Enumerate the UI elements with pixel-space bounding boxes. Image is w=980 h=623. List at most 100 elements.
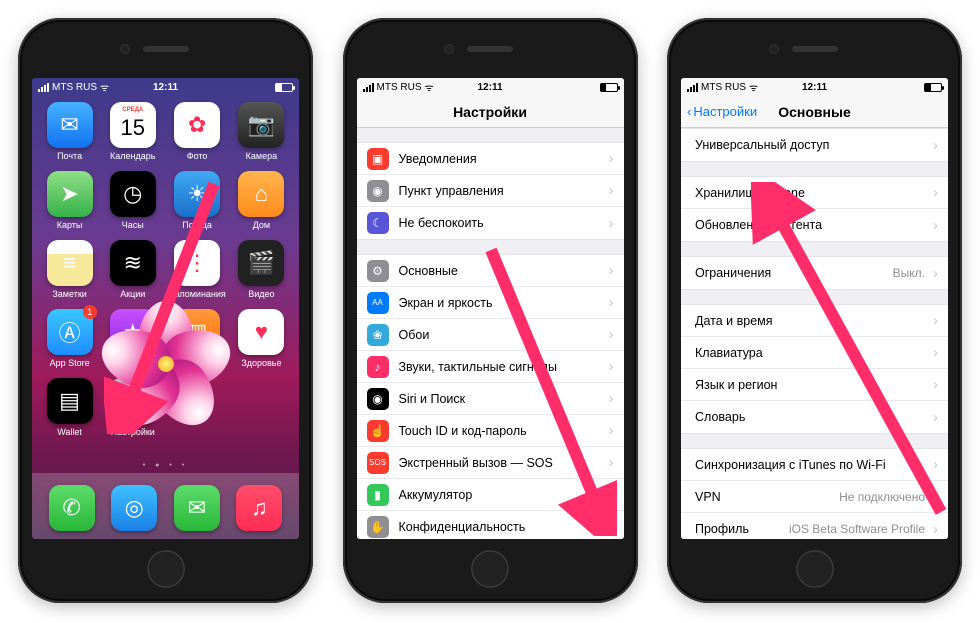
settings-row[interactable]: Универсальный доступ› bbox=[681, 129, 948, 161]
app-label: iBooks bbox=[184, 358, 211, 368]
row-label: Экран и яркость bbox=[399, 296, 493, 310]
carrier-label: MTS RUS bbox=[701, 82, 746, 93]
settings-row[interactable]: ☾Не беспокоить› bbox=[357, 207, 624, 239]
app-wallet[interactable]: ▤Wallet bbox=[42, 378, 97, 437]
back-button[interactable]: ‹ Настройки bbox=[687, 104, 757, 119]
app-label: Здоровье bbox=[241, 358, 281, 368]
dock: ✆Телефон ◎Safari ✉Сообщения ♫Музыка bbox=[32, 473, 299, 539]
settings-row[interactable]: Синхронизация с iTunes по Wi-Fi› bbox=[681, 449, 948, 481]
settings-list[interactable]: ▣Уведомления›◉Пункт управления›☾Не беспо… bbox=[357, 128, 624, 539]
row-label: Клавиатура bbox=[695, 346, 763, 360]
app-музыка[interactable]: ♫Музыка bbox=[236, 485, 282, 534]
chevron-right-icon: › bbox=[933, 312, 938, 329]
app-напоминания[interactable]: ⋮Напоминания bbox=[168, 240, 225, 299]
home-button[interactable] bbox=[144, 547, 188, 591]
settings-row[interactable]: Язык и регион› bbox=[681, 369, 948, 401]
chevron-right-icon: › bbox=[609, 390, 614, 407]
settings-row[interactable]: Клавиатура› bbox=[681, 337, 948, 369]
app-icon: ➤ bbox=[47, 171, 93, 217]
settings-row[interactable]: ПрофильiOS Beta Software Profile› bbox=[681, 513, 948, 539]
app-календарь[interactable]: СРЕДА15Календарь bbox=[105, 102, 160, 161]
settings-row[interactable]: ☝Touch ID и код-пароль› bbox=[357, 415, 624, 447]
app-app store[interactable]: Ⓐ1App Store bbox=[42, 309, 97, 368]
chevron-right-icon: › bbox=[609, 422, 614, 439]
app-label: Акции bbox=[120, 289, 145, 299]
chevron-right-icon: › bbox=[609, 150, 614, 167]
chevron-right-icon: › bbox=[933, 137, 938, 154]
settings-screen: MTS RUS ᯤ 12:11 Настройки ▣Уведомления›◉… bbox=[357, 78, 624, 539]
settings-row[interactable]: ✋Конфиденциальность› bbox=[357, 511, 624, 539]
app-icon: СРЕДА15 bbox=[110, 102, 156, 148]
row-icon: ✋ bbox=[367, 516, 389, 538]
app-акции[interactable]: ≋Акции bbox=[105, 240, 160, 299]
home-button[interactable] bbox=[468, 547, 512, 591]
row-detail: iOS Beta Software Profile bbox=[789, 522, 929, 536]
app-icon: ♫ bbox=[236, 485, 282, 531]
home-button[interactable] bbox=[793, 547, 837, 591]
app-дом[interactable]: ⌂Дом bbox=[234, 171, 289, 230]
settings-row[interactable]: Хранилище iPhone› bbox=[681, 177, 948, 209]
app-icon: ✉ bbox=[174, 485, 220, 531]
app-label: Карты bbox=[57, 220, 83, 230]
settings-row[interactable]: ◉Пункт управления› bbox=[357, 175, 624, 207]
wifi-icon: ᯤ bbox=[100, 80, 109, 94]
settings-row[interactable]: Словарь› bbox=[681, 401, 948, 433]
settings-row[interactable]: Дата и время › bbox=[681, 305, 948, 337]
settings-row[interactable]: SOSЭкстренный вызов — SOS› bbox=[357, 447, 624, 479]
app-сообщения[interactable]: ✉Сообщения bbox=[174, 485, 220, 534]
row-icon: ◉ bbox=[367, 388, 389, 410]
app-почта[interactable]: ✉Почта bbox=[42, 102, 97, 161]
row-label: Дата и время bbox=[695, 314, 773, 328]
general-list[interactable]: Универсальный доступ› Хранилище iPhone›О… bbox=[681, 128, 948, 539]
signal-icon bbox=[38, 83, 49, 92]
app-видео[interactable]: 🎬Видео bbox=[234, 240, 289, 299]
settings-row[interactable]: ◉Siri и Поиск› bbox=[357, 383, 624, 415]
row-label: VPN bbox=[695, 490, 721, 504]
settings-row[interactable]: ▣Уведомления› bbox=[357, 143, 624, 175]
row-detail: Не подключено bbox=[839, 490, 929, 504]
app-карты[interactable]: ➤ Карты bbox=[42, 171, 97, 230]
app-safari[interactable]: ◎Safari bbox=[111, 485, 157, 534]
nav-title: Основные bbox=[778, 104, 851, 120]
status-bar: MTS RUS ᯤ 12:11 bbox=[32, 78, 299, 96]
settings-row[interactable]: ♪Звуки, тактильные сигналы› bbox=[357, 351, 624, 383]
app-grid: ✉ПочтаСРЕДА15Календарь✿Фото📷Камера ➤ Карты… bbox=[32, 96, 299, 437]
badge: 2 bbox=[146, 374, 160, 388]
badge: 1 bbox=[83, 305, 97, 319]
chevron-right-icon: › bbox=[609, 454, 614, 471]
chevron-right-icon: › bbox=[933, 217, 938, 234]
chevron-right-icon: › bbox=[609, 486, 614, 503]
settings-row[interactable]: ❀Обои› bbox=[357, 319, 624, 351]
app-здоровье[interactable]: ♥Здоровье bbox=[234, 309, 289, 368]
app-фото[interactable]: ✿Фото bbox=[168, 102, 225, 161]
row-icon: ▣ bbox=[367, 148, 389, 170]
battery-icon bbox=[924, 83, 942, 92]
app-itunes[interactable]: ★iTunes bbox=[105, 309, 160, 368]
front-camera bbox=[769, 44, 779, 54]
settings-row[interactable]: AAЭкран и яркость› bbox=[357, 287, 624, 319]
app-icon: ▤ bbox=[47, 378, 93, 424]
phone-general: MTS RUS ᯤ 12:11 ‹ Настройки Основные Уни… bbox=[667, 18, 962, 603]
front-camera bbox=[444, 44, 454, 54]
settings-row[interactable]: Обновление контента› bbox=[681, 209, 948, 241]
settings-row[interactable]: ▮Аккумулятор› bbox=[357, 479, 624, 511]
app-ibooks[interactable]: ▥iBooks bbox=[168, 309, 225, 368]
chevron-right-icon: › bbox=[933, 376, 938, 393]
app-заметки[interactable]: ≡Заметки bbox=[42, 240, 97, 299]
settings-row[interactable]: ⚙Основные› bbox=[357, 255, 624, 287]
settings-row[interactable]: VPNНе подключено› bbox=[681, 481, 948, 513]
app-label: Фото bbox=[187, 151, 208, 161]
app-часы[interactable]: ◷Часы bbox=[105, 171, 160, 230]
app-погода[interactable]: ☀Погода bbox=[168, 171, 225, 230]
app-icon: ✆ bbox=[49, 485, 95, 531]
app-телефон[interactable]: ✆Телефон bbox=[49, 485, 95, 534]
app-настройки[interactable]: ⚙2Настройки bbox=[105, 378, 160, 437]
app-label: Почта bbox=[57, 151, 82, 161]
chevron-right-icon: › bbox=[609, 215, 614, 232]
settings-row[interactable]: ОграниченияВыкл.› bbox=[681, 257, 948, 289]
app-label: Камера bbox=[246, 151, 277, 161]
app-label: App Store bbox=[50, 358, 90, 368]
app-icon: ★ bbox=[110, 309, 156, 355]
app-камера[interactable]: 📷Камера bbox=[234, 102, 289, 161]
row-label: Синхронизация с iTunes по Wi-Fi bbox=[695, 458, 886, 472]
